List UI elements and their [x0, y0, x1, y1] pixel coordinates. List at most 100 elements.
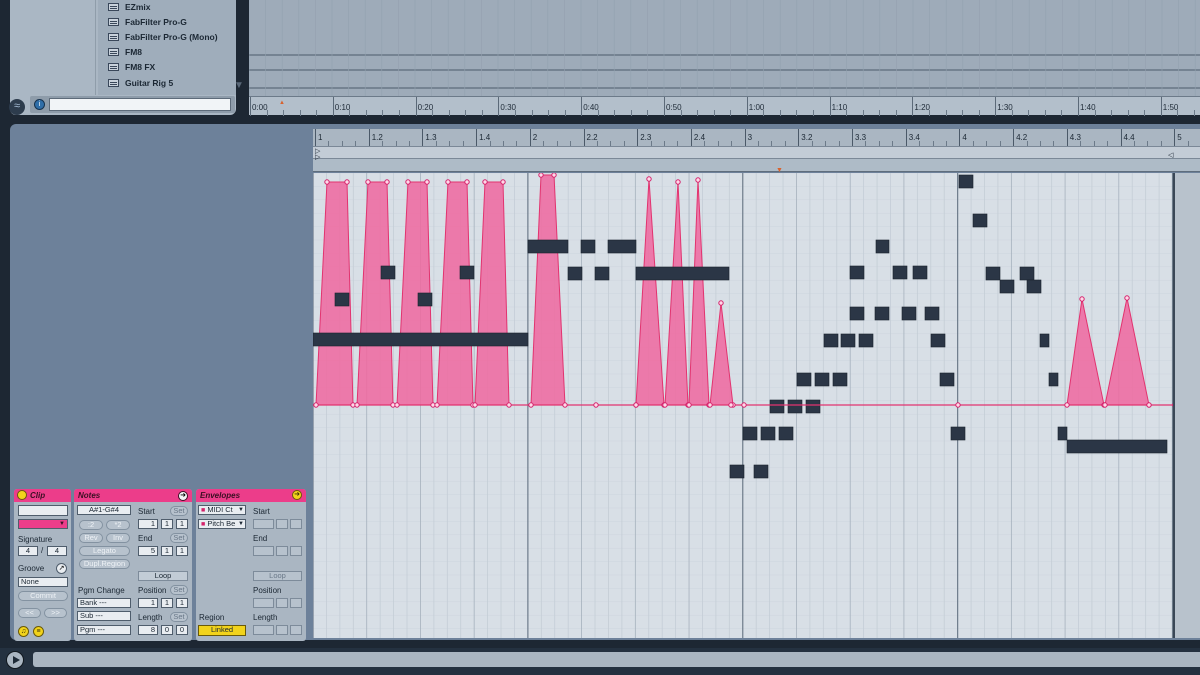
position-sixteenth-field[interactable]: 1: [176, 598, 188, 608]
midi-note[interactable]: [858, 333, 874, 348]
groove-pool-icon[interactable]: ↗: [56, 563, 67, 574]
midi-note[interactable]: [313, 332, 529, 347]
midi-note[interactable]: [527, 239, 569, 254]
end-bar-field[interactable]: 5: [138, 546, 158, 556]
midi-note[interactable]: [912, 265, 928, 280]
position-set-button[interactable]: Set: [170, 585, 188, 595]
envelope-breakpoint[interactable]: [646, 176, 652, 182]
midi-note[interactable]: [635, 266, 730, 281]
midi-note[interactable]: [334, 292, 350, 307]
envelope-breakpoint[interactable]: [506, 402, 512, 408]
clip-activator-icon[interactable]: [17, 490, 27, 500]
envelope-breakpoint[interactable]: [562, 402, 568, 408]
midi-note[interactable]: [958, 174, 974, 189]
envelope-breakpoint[interactable]: [662, 402, 668, 408]
length-beat-field[interactable]: 0: [161, 625, 173, 635]
search-input[interactable]: [49, 98, 231, 111]
start-beat-field[interactable]: 1: [161, 519, 173, 529]
midi-note[interactable]: [972, 213, 988, 228]
envelope-breakpoint[interactable]: [324, 179, 330, 185]
envelope-breakpoint[interactable]: [344, 179, 350, 185]
envelope-breakpoint[interactable]: [394, 402, 400, 408]
env-position-field[interactable]: [276, 598, 288, 608]
nudge-back-button[interactable]: <<: [18, 608, 41, 618]
midi-note[interactable]: [832, 372, 848, 387]
midi-note[interactable]: [875, 239, 890, 254]
env-position-field[interactable]: [253, 598, 274, 608]
pitch-bend-envelope[interactable]: [688, 179, 710, 406]
env-start-field[interactable]: [253, 519, 274, 529]
envelope-breakpoint[interactable]: [464, 179, 470, 185]
notes-expand-icon[interactable]: ➜: [178, 491, 188, 501]
note-grid-svg[interactable]: [313, 173, 1173, 638]
plugin-item[interactable]: FabFilter Pro-G: [108, 15, 187, 29]
midi-note[interactable]: [999, 279, 1015, 294]
pitch-bend-envelope[interactable]: [474, 181, 510, 406]
env-end-field[interactable]: [290, 546, 302, 556]
midi-note[interactable]: [950, 426, 966, 441]
note-range-field[interactable]: A#1-G#4: [77, 505, 131, 515]
midi-note[interactable]: [760, 426, 776, 441]
envelope-breakpoint[interactable]: [675, 179, 681, 185]
pitch-bend-envelope[interactable]: [436, 181, 474, 406]
midi-note[interactable]: [985, 266, 1001, 281]
envelope-device-select[interactable]: ■ MIDI Ct ▼: [198, 505, 246, 515]
envelope-control-select[interactable]: ■ Pitch Be ▼: [198, 519, 246, 529]
midi-note[interactable]: [580, 239, 596, 254]
midi-note[interactable]: [892, 265, 908, 280]
double-button[interactable]: *2: [106, 520, 130, 530]
halve-button[interactable]: :2: [79, 520, 103, 530]
envelope-breakpoint[interactable]: [313, 402, 319, 408]
midi-note[interactable]: [849, 306, 865, 321]
envelope-breakpoint[interactable]: [1146, 402, 1152, 408]
midi-note[interactable]: [787, 399, 803, 414]
midi-note[interactable]: [823, 333, 839, 348]
length-set-button[interactable]: Set: [170, 612, 188, 622]
midi-note[interactable]: [924, 306, 940, 321]
end-beat-field[interactable]: 1: [161, 546, 173, 556]
duplicate-region-button[interactable]: Dupl.Region: [79, 559, 130, 569]
midi-note[interactable]: [874, 306, 890, 321]
midi-note[interactable]: [1057, 426, 1068, 441]
midi-note[interactable]: [607, 239, 637, 254]
midi-note[interactable]: [805, 399, 821, 414]
legato-button[interactable]: Legato: [79, 546, 130, 556]
envelope-breakpoint[interactable]: [472, 402, 478, 408]
envelope-breakpoint[interactable]: [365, 179, 371, 185]
beat-ruler[interactable]: 1 1.2 1.3 1.4 2 2.2 2.3 2.4 3 3.2 3.3 3.4 4 4.2 4.3 4.4…: [313, 129, 1200, 146]
env-loop-button[interactable]: Loop: [253, 571, 302, 581]
length-sixteenth-field[interactable]: 0: [176, 625, 188, 635]
envelope-breakpoint[interactable]: [551, 173, 557, 178]
envelope-breakpoint[interactable]: [1079, 296, 1085, 302]
envelope-breakpoint[interactable]: [482, 179, 488, 185]
plugin-item[interactable]: FM8: [108, 45, 142, 59]
envelope-breakpoint[interactable]: [728, 402, 734, 408]
commit-button[interactable]: Commit: [18, 591, 68, 601]
envelope-breakpoint[interactable]: [424, 179, 430, 185]
midi-note[interactable]: [769, 399, 785, 414]
midi-note[interactable]: [1066, 439, 1168, 454]
env-end-field[interactable]: [276, 546, 288, 556]
clip-name-field[interactable]: [18, 505, 68, 516]
envelope-breakpoint[interactable]: [707, 402, 713, 408]
envelope-breakpoint[interactable]: [718, 300, 724, 306]
envelope-breakpoint[interactable]: [434, 402, 440, 408]
groove-select[interactable]: None: [18, 577, 68, 587]
midi-note[interactable]: [814, 372, 830, 387]
envelope-breakpoint[interactable]: [695, 177, 701, 183]
midi-note[interactable]: [1048, 372, 1059, 387]
envelope-breakpoint[interactable]: [741, 402, 747, 408]
play-icon[interactable]: [6, 651, 24, 669]
midi-note[interactable]: [380, 265, 396, 280]
loop-brace[interactable]: [313, 146, 1200, 158]
arrangement-tracks[interactable]: [249, 0, 1200, 96]
envelope-breakpoint[interactable]: [500, 179, 506, 185]
end-set-button[interactable]: Set: [170, 533, 188, 543]
position-beat-field[interactable]: 1: [161, 598, 173, 608]
pitch-bend-envelope[interactable]: [1104, 297, 1150, 406]
midi-note[interactable]: [939, 372, 955, 387]
clip-properties-icon[interactable]: ≡: [33, 626, 44, 637]
envelope-breakpoint[interactable]: [686, 402, 692, 408]
midi-note[interactable]: [849, 265, 865, 280]
plugin-item[interactable]: FM8 FX: [108, 60, 155, 74]
